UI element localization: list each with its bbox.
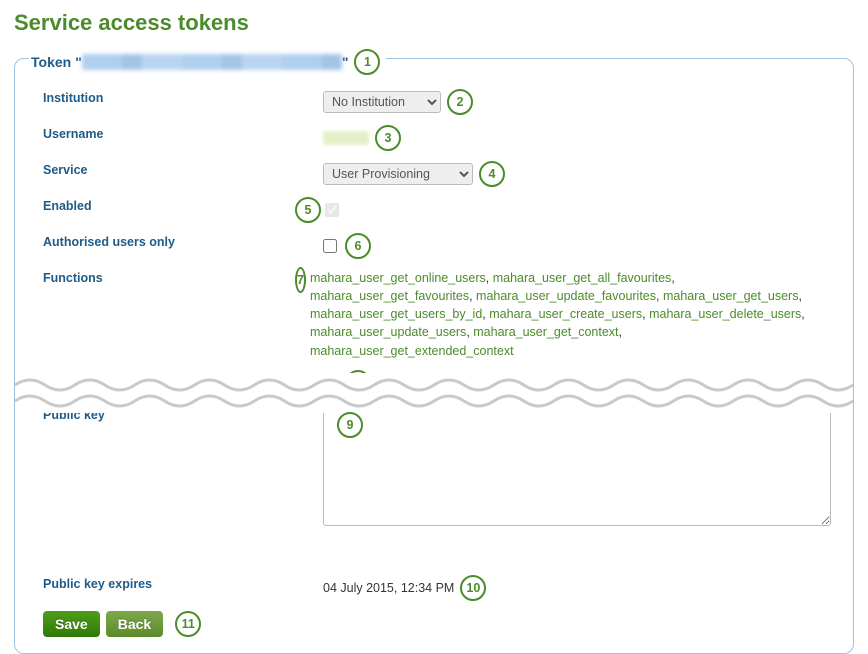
username-label: Username [43, 125, 323, 141]
function-link[interactable]: mahara_user_update_users [310, 325, 466, 339]
page-break-decoration [15, 373, 853, 413]
auth-only-checkbox[interactable] [323, 239, 337, 253]
function-link[interactable]: mahara_user_update_favourites [476, 289, 656, 303]
service-select[interactable]: User Provisioning [323, 163, 473, 185]
function-link[interactable]: mahara_user_get_users [663, 289, 799, 303]
page-title: Service access tokens [14, 10, 854, 36]
public-key-textarea[interactable] [323, 406, 831, 526]
service-label: Service [43, 161, 323, 177]
annotation-7: 7 [295, 267, 306, 293]
function-link[interactable]: mahara_user_delete_users [649, 307, 801, 321]
enabled-label: Enabled [43, 197, 323, 213]
institution-select[interactable]: No Institution [323, 91, 441, 113]
annotation-9: 9 [337, 412, 363, 438]
annotation-2: 2 [447, 89, 473, 115]
annotation-6: 6 [345, 233, 371, 259]
save-button[interactable]: Save [43, 611, 100, 637]
token-fieldset: Token " " 1 Institution No Institution 2… [14, 58, 854, 654]
annotation-10: 10 [460, 575, 486, 601]
username-value-redacted [323, 131, 369, 145]
function-link[interactable]: mahara_user_get_online_users [310, 271, 486, 285]
functions-label: Functions [43, 269, 323, 285]
annotation-11: 11 [175, 611, 201, 637]
token-value-redacted [82, 54, 342, 70]
fieldset-legend: Token " " 1 [29, 49, 386, 75]
annotation-5: 5 [295, 197, 321, 223]
function-link[interactable]: mahara_user_get_extended_context [310, 344, 514, 358]
legend-prefix: Token [31, 54, 71, 70]
function-link[interactable]: mahara_user_get_all_favourites [493, 271, 672, 285]
auth-only-label: Authorised users only [43, 233, 323, 249]
annotation-1: 1 [354, 49, 380, 75]
annotation-3: 3 [375, 125, 401, 151]
function-link[interactable]: mahara_user_create_users [489, 307, 642, 321]
institution-label: Institution [43, 89, 323, 105]
key-expires-value: 04 July 2015, 12:34 PM [323, 581, 454, 595]
enabled-checkbox [325, 203, 339, 217]
back-button[interactable]: Back [106, 611, 163, 637]
key-expires-label: Public key expires [43, 575, 323, 591]
annotation-4: 4 [479, 161, 505, 187]
function-link[interactable]: mahara_user_get_favourites [310, 289, 469, 303]
functions-list: mahara_user_get_online_users, mahara_use… [310, 269, 829, 360]
function-link[interactable]: mahara_user_get_context [473, 325, 618, 339]
function-link[interactable]: mahara_user_get_users_by_id [310, 307, 482, 321]
